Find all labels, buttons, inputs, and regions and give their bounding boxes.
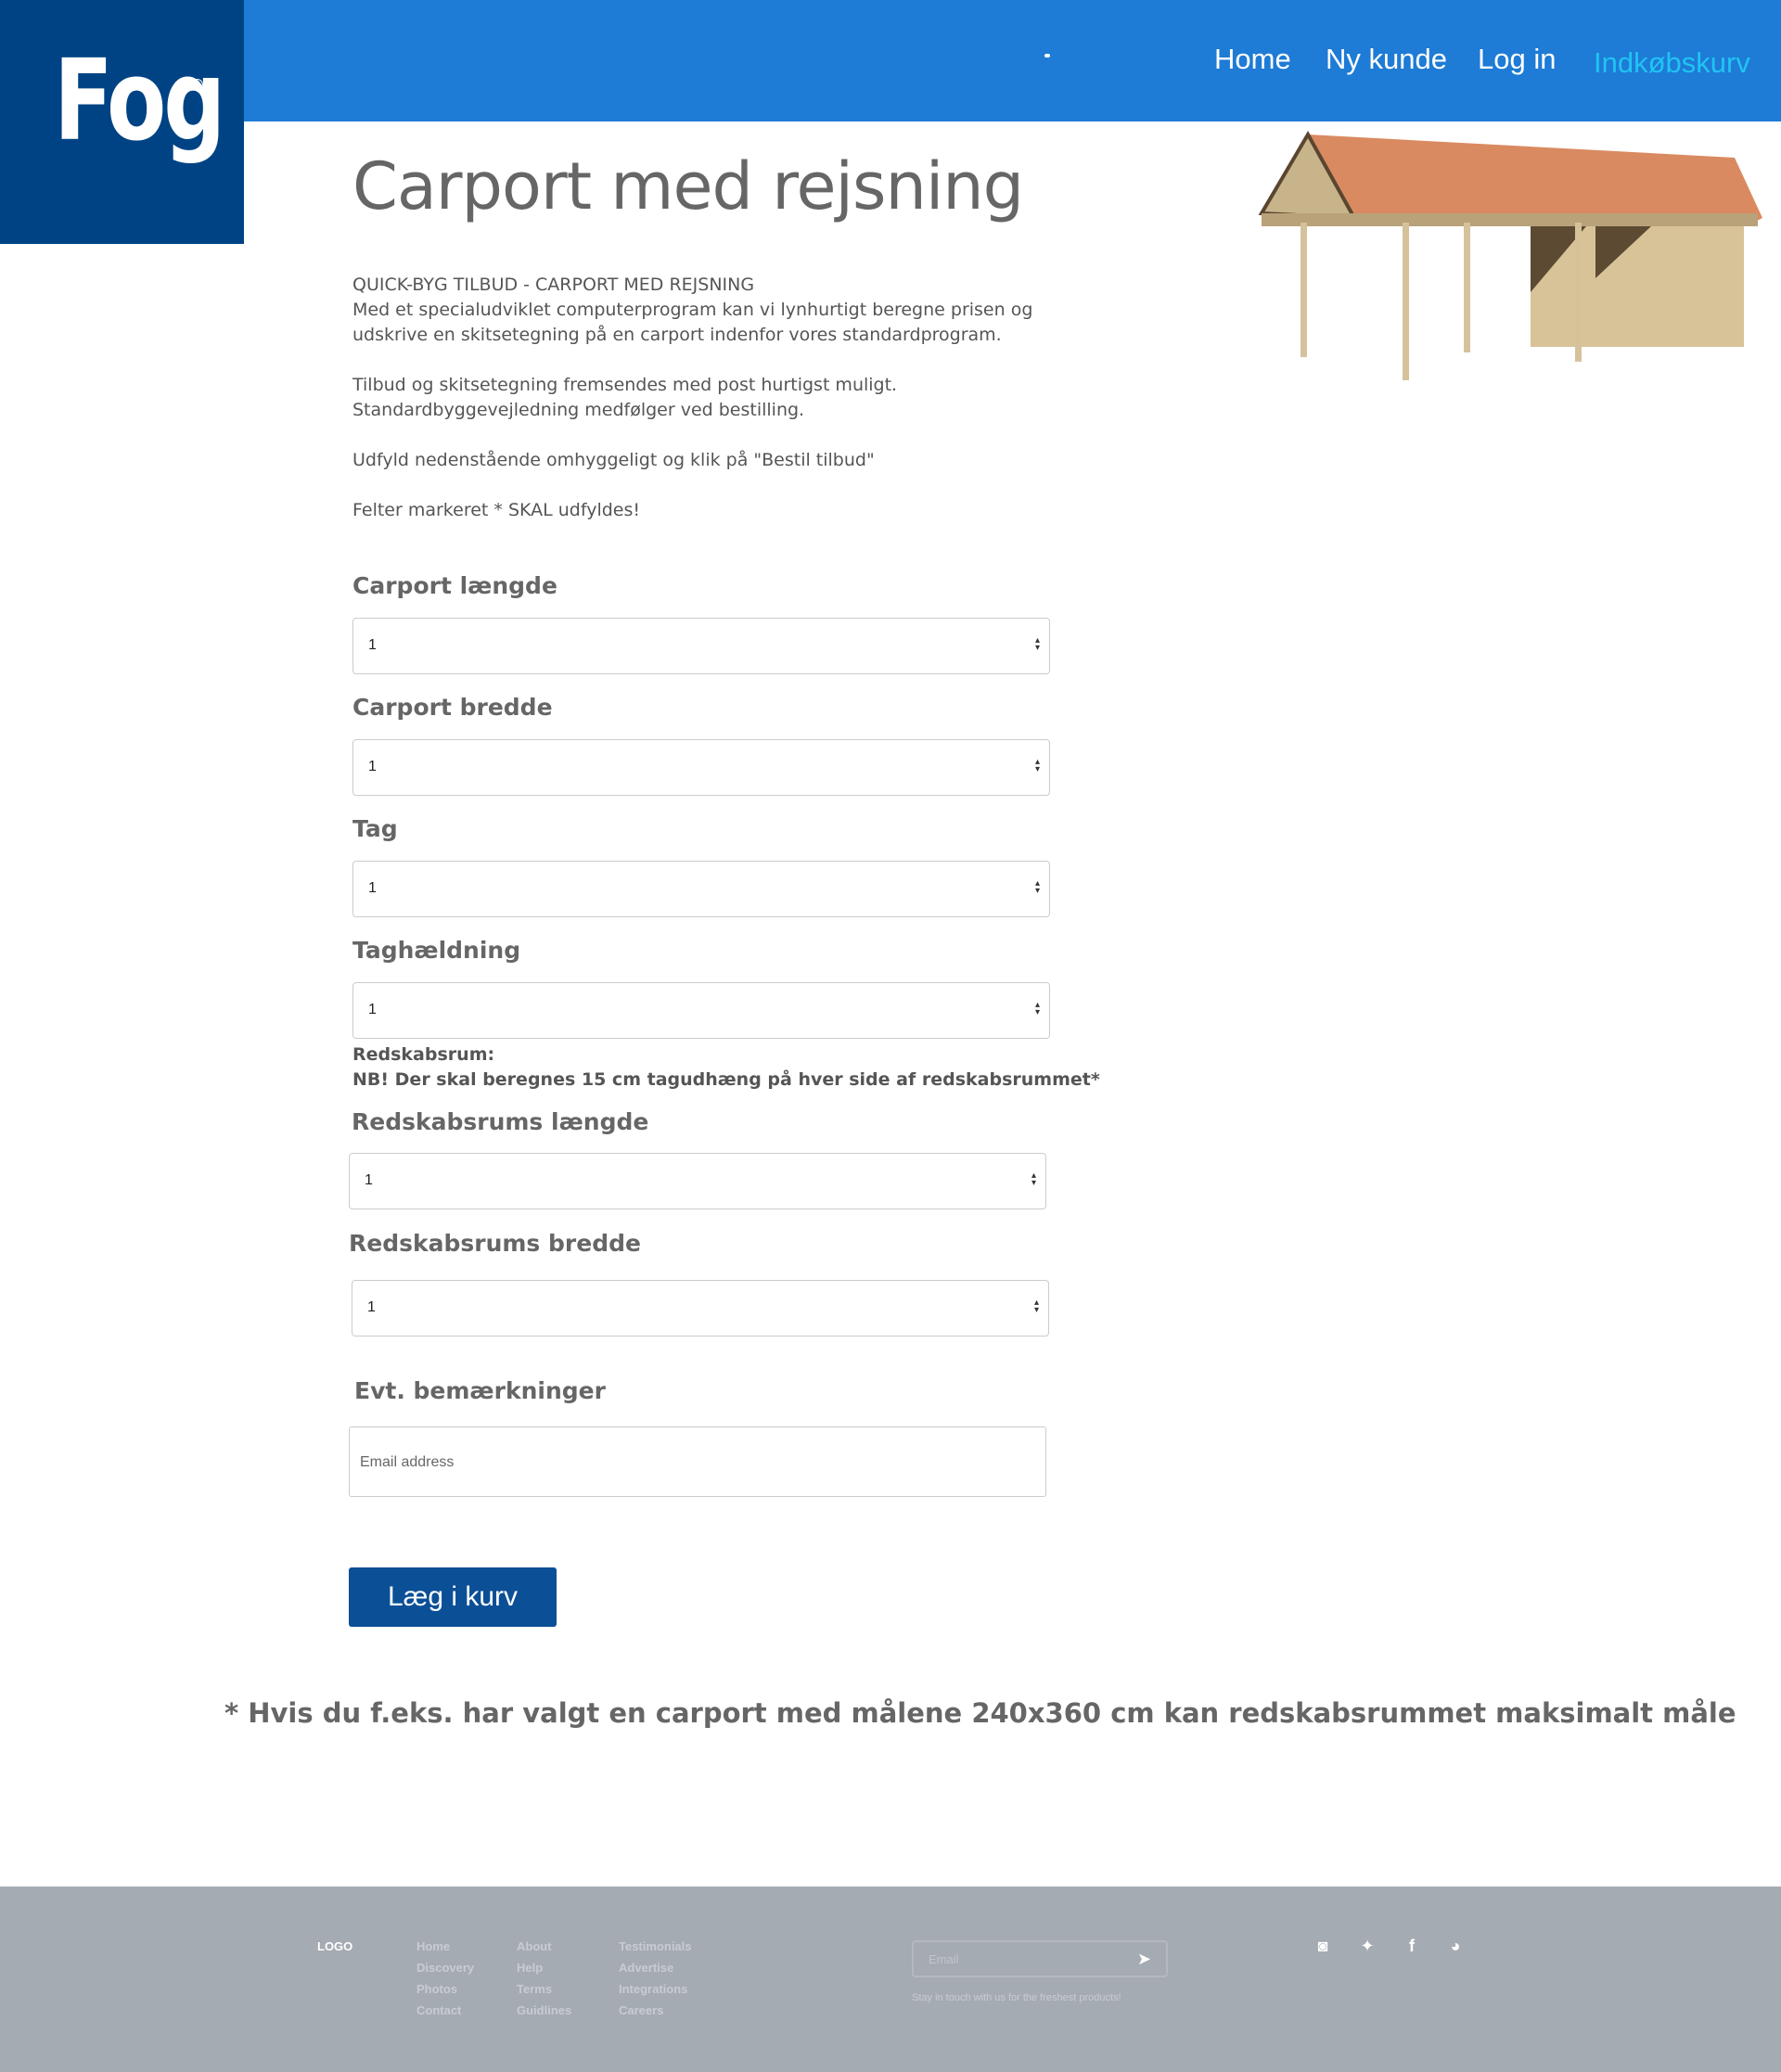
select-redskabsrums-laengde[interactable]: 1 ▴ ▾ [349, 1153, 1046, 1209]
nav-indkobskurv[interactable]: Indkøbskurv [1594, 46, 1750, 80]
label-carport-laengde: Carport længde [352, 572, 557, 599]
globe-icon[interactable]: ◕ [1446, 1937, 1465, 1956]
intro-text-delivery: Tilbud og skitsetegning fremsendes med p… [352, 375, 898, 395]
page-title: Carport med rejsning [352, 148, 1024, 224]
label-remarks: Evt. bemærkninger [354, 1377, 606, 1404]
select-value: 1 [368, 880, 377, 896]
label-redskabsrums-laengde: Redskabsrums længde [352, 1108, 649, 1135]
twitter-icon[interactable]: ✦ [1358, 1937, 1377, 1956]
select-value: 1 [365, 1172, 373, 1188]
footer-email-input[interactable]: Email ➤ [912, 1940, 1168, 1977]
footer-link-integrations[interactable]: Integrations [619, 1982, 687, 1996]
nav-home[interactable]: Home [1214, 43, 1291, 76]
add-to-cart-button[interactable]: Læg i kurv [349, 1567, 557, 1627]
footer-link-help[interactable]: Help [517, 1961, 543, 1975]
footer-link-terms[interactable]: Terms [517, 1982, 552, 1996]
footer-link-guidlines[interactable]: Guidlines [517, 2003, 571, 2017]
label-redskabsrums-bredde: Redskabsrums bredde [349, 1230, 641, 1257]
select-value: 1 [368, 1002, 377, 1017]
shed-note: NB! Der skal beregnes 15 cm tagudhæng på… [352, 1069, 1100, 1090]
shed-heading: Redskabsrum: [352, 1044, 495, 1065]
dropdown-caret-icon[interactable] [1044, 54, 1050, 58]
select-value: 1 [368, 637, 377, 653]
footer-link-contact[interactable]: Contact [416, 2003, 461, 2017]
nav-log-in[interactable]: Log in [1478, 43, 1556, 76]
footer-logo[interactable]: LOGO [317, 1939, 352, 1953]
intro-heading: QUICK-BYG TILBUD - CARPORT MED REJSNING [352, 275, 755, 295]
nav-ny-kunde[interactable]: Ny kunde [1326, 43, 1447, 76]
select-value: 1 [367, 1299, 376, 1315]
select-value: 1 [368, 759, 377, 774]
facebook-icon[interactable]: f [1403, 1937, 1421, 1956]
select-arrows-icon: ▴ ▾ [1034, 1000, 1040, 1017]
select-redskabsrums-bredde[interactable]: 1 ▴ ▾ [352, 1280, 1049, 1337]
logo-text: Fog [54, 37, 225, 166]
footnote: * Hvis du f.eks. har valgt en carport me… [224, 1697, 1736, 1729]
footer-link-photos[interactable]: Photos [416, 1982, 457, 1996]
select-taghaeldning[interactable]: 1 ▴ ▾ [352, 982, 1050, 1039]
select-arrows-icon: ▴ ▾ [1034, 878, 1040, 896]
intro-text-guide: Standardbyggevejledning medfølger ved be… [352, 400, 805, 420]
label-taghaeldning: Taghældning [352, 937, 521, 964]
select-arrows-icon: ▴ ▾ [1031, 1170, 1036, 1188]
send-icon[interactable]: ➤ [1137, 1950, 1151, 1969]
instagram-icon[interactable]: ◙ [1313, 1937, 1332, 1956]
select-tag[interactable]: 1 ▴ ▾ [352, 861, 1050, 917]
intro-text-required: Felter markeret * SKAL udfyldes! [352, 500, 640, 520]
footer-tagline: Stay in touch with us for the freshest p… [912, 1992, 1121, 2003]
select-carport-bredde[interactable]: 1 ▴ ▾ [352, 739, 1050, 796]
footer-link-testimonials[interactable]: Testimonials [619, 1939, 692, 1953]
carport-image [1258, 130, 1762, 380]
select-carport-laengde[interactable]: 1 ▴ ▾ [352, 618, 1050, 674]
label-carport-bredde: Carport bredde [352, 694, 553, 721]
select-arrows-icon: ▴ ▾ [1033, 1298, 1039, 1315]
logo-registered-mark: ® [191, 76, 204, 95]
footer-link-discovery[interactable]: Discovery [416, 1961, 474, 1975]
select-arrows-icon: ▴ ▾ [1034, 757, 1040, 774]
email-placeholder: Email [929, 1952, 959, 1966]
select-arrows-icon: ▴ ▾ [1034, 635, 1040, 653]
intro-text: Med et specialudviklet computerprogram k… [352, 300, 1033, 345]
intro-text-instructions: Udfyld nedenstående omhyggeligt og klik … [352, 450, 875, 470]
footer-link-home[interactable]: Home [416, 1939, 450, 1953]
footer [0, 1887, 1781, 2072]
footer-link-advertise[interactable]: Advertise [619, 1961, 673, 1975]
label-tag: Tag [352, 815, 398, 842]
footer-link-about[interactable]: About [517, 1939, 552, 1953]
footer-link-careers[interactable]: Careers [619, 2003, 663, 2017]
fog-logo[interactable]: Fog ® [0, 0, 244, 244]
remarks-input[interactable]: Email address [349, 1426, 1046, 1497]
